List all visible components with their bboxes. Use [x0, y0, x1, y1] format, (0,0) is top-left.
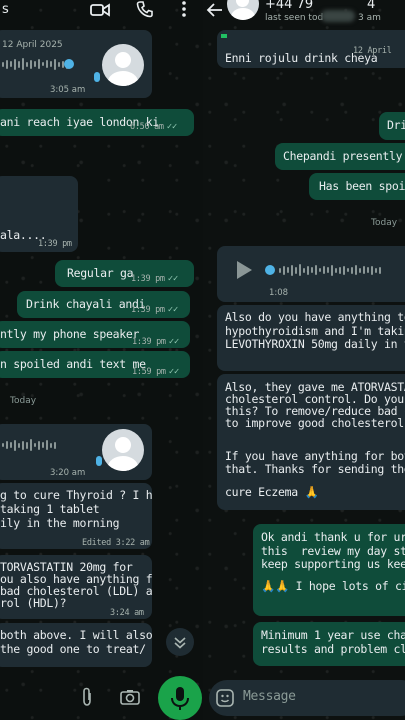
message-text: that. Thanks for sending the good — [225, 462, 405, 476]
message-text: ntly my phone speaker — [0, 327, 140, 341]
message-text: cure Eczema 🙏 — [225, 485, 319, 499]
video-call-icon[interactable] — [90, 2, 110, 22]
voice-progress-dot[interactable] — [265, 265, 275, 275]
outgoing-message[interactable]: ntly my phone speaker 1:39 pm ✓✓ — [0, 321, 190, 348]
message-text: the good one to treat/ — [0, 642, 146, 656]
header-partial: 4 — [367, 0, 376, 12]
outgoing-message[interactable]: Minimum 1 year use chaya results and pro… — [253, 622, 405, 666]
date-divider: Today — [10, 396, 37, 406]
message-text: to improve good cholesterol (HDL) — [225, 416, 404, 430]
contact-avatar[interactable] — [227, 0, 259, 20]
message-time: 1:39 pm — [38, 239, 72, 249]
incoming-message[interactable]: ala.... 1:39 pm — [0, 176, 78, 252]
right-chat-pane: +44 79 4 last seen tod 3 am 12 April Enn… — [203, 0, 405, 720]
message-text: 🙏🙏 I hope lots of cile — [261, 579, 405, 593]
incoming-message[interactable]: Also, they gave me ATORVASTATIN choleste… — [217, 374, 405, 510]
message-time: Edited 3:22 am — [82, 538, 150, 548]
message-text: Chepandi presently my — [283, 149, 403, 163]
voice-message-bubble[interactable]: 12 April 2025 3:05 am — [0, 30, 152, 98]
forward-indicator — [221, 34, 227, 38]
outgoing-message[interactable]: Chepandi presently my — [275, 143, 405, 170]
message-time: 3:24 am — [110, 608, 144, 618]
sticker-icon[interactable] — [215, 688, 235, 712]
outgoing-message[interactable]: Regular ga 1:39 pm ✓✓ — [55, 260, 194, 287]
message-text: Regular ga — [67, 266, 134, 280]
incoming-message[interactable]: 12 April Enni rojulu drink cheya — [217, 30, 405, 68]
incoming-message[interactable]: both above. I will also try the good one… — [0, 623, 152, 667]
back-arrow-icon[interactable] — [206, 2, 224, 22]
incoming-message[interactable]: TORVASTATIN 20mg for ou also have anythi… — [0, 555, 152, 619]
message-text: Also do you have anything to cure — [225, 310, 405, 324]
voice-progress-dot[interactable] — [64, 59, 74, 69]
incoming-message[interactable]: Also do you have anything to cure hypoth… — [217, 305, 405, 371]
message-text: Minimum 1 year use chaya — [261, 628, 405, 642]
mic-icon — [96, 456, 102, 466]
chevron-down-icon — [174, 637, 186, 649]
voice-waveform — [2, 438, 56, 452]
message-text: If you have anything for both ab — [225, 449, 405, 463]
message-text: hypothyroidism and I'm taking 1 — [225, 324, 405, 338]
message-time: 1:39 pm ✓✓ — [131, 274, 178, 284]
message-text: this review my day start — [261, 544, 405, 558]
camera-icon[interactable] — [120, 689, 140, 709]
outgoing-message[interactable]: Drink chayali andi 1:39 pm ✓✓ — [17, 291, 190, 318]
left-chat-pane: s 12 April 2025 3:05 am ani reach iyae l… — [0, 0, 203, 720]
phone-call-icon[interactable] — [136, 0, 154, 22]
message-text: taking 1 tablet — [0, 502, 100, 516]
voice-message-bubble[interactable]: 3:20 am — [0, 424, 152, 480]
message-time: 1:39 pm ✓✓ — [131, 305, 178, 315]
last-seen-time: 3 am — [358, 13, 381, 23]
redaction-blur — [321, 10, 355, 22]
incoming-message[interactable]: g to cure Thyroid ? I have taking 1 tabl… — [0, 483, 152, 549]
voice-message-bubble[interactable]: 1:08 — [217, 246, 405, 302]
contact-name[interactable]: +44 79 — [265, 0, 313, 12]
voice-time: 3:05 am — [50, 85, 86, 95]
mic-button[interactable] — [158, 676, 202, 720]
message-text: Has been spoiled — [319, 179, 405, 193]
play-icon[interactable] — [235, 260, 253, 283]
message-input-placeholder: Message — [243, 689, 296, 704]
microphone-icon — [171, 687, 189, 710]
last-seen: last seen tod — [265, 13, 324, 23]
outgoing-message[interactable]: Ok andi thank u for ur Rev this review m… — [253, 524, 405, 616]
message-time: 6:50 am ✓✓ — [130, 122, 177, 132]
date-divider: Today — [371, 218, 398, 228]
message-text: rol (HDL)? — [0, 596, 67, 610]
outgoing-message[interactable]: Has been spoiled — [309, 173, 405, 200]
message-text: Drink chayali andi — [26, 297, 146, 311]
message-text: n spoiled andi text me — [0, 357, 146, 371]
scroll-down-button[interactable] — [166, 628, 194, 656]
avatar — [102, 44, 144, 86]
message-text: results and problem clear — [261, 642, 405, 656]
header-partial-text: s — [2, 2, 9, 17]
message-time: 1:59 pm ✓✓ — [132, 367, 179, 377]
voice-time: 3:20 am — [50, 468, 86, 478]
message-time: 1:39 pm ✓✓ — [132, 337, 179, 347]
avatar — [102, 429, 144, 471]
outgoing-message[interactable]: Dri — [379, 112, 405, 140]
mic-icon — [94, 72, 100, 82]
top-date: 12 April 2025 — [2, 40, 63, 50]
message-text: g to cure Thyroid ? I have — [0, 488, 152, 502]
message-text: both above. I will also try — [0, 628, 152, 642]
voice-waveform — [2, 57, 72, 71]
outgoing-message[interactable]: ani reach iyae london ki 6:50 am ✓✓ — [0, 109, 194, 136]
message-text: Dri — [387, 118, 405, 132]
message-text: LEVOTHYROXIN 50mg daily in the — [225, 337, 405, 351]
more-options-icon[interactable] — [181, 0, 187, 22]
message-text: Ok andi thank u for ur Rev — [261, 530, 405, 544]
voice-waveform — [279, 263, 381, 277]
outgoing-message[interactable]: n spoiled andi text me 1:59 pm ✓✓ — [0, 351, 190, 378]
message-text: keep supporting us keep sh — [261, 557, 405, 571]
message-input-box[interactable]: Message — [209, 680, 405, 716]
voice-duration: 1:08 — [269, 288, 289, 298]
message-text: Enni rojulu drink cheya — [225, 51, 378, 65]
attach-icon[interactable] — [80, 687, 94, 711]
message-text: ily in the morning — [0, 516, 120, 530]
